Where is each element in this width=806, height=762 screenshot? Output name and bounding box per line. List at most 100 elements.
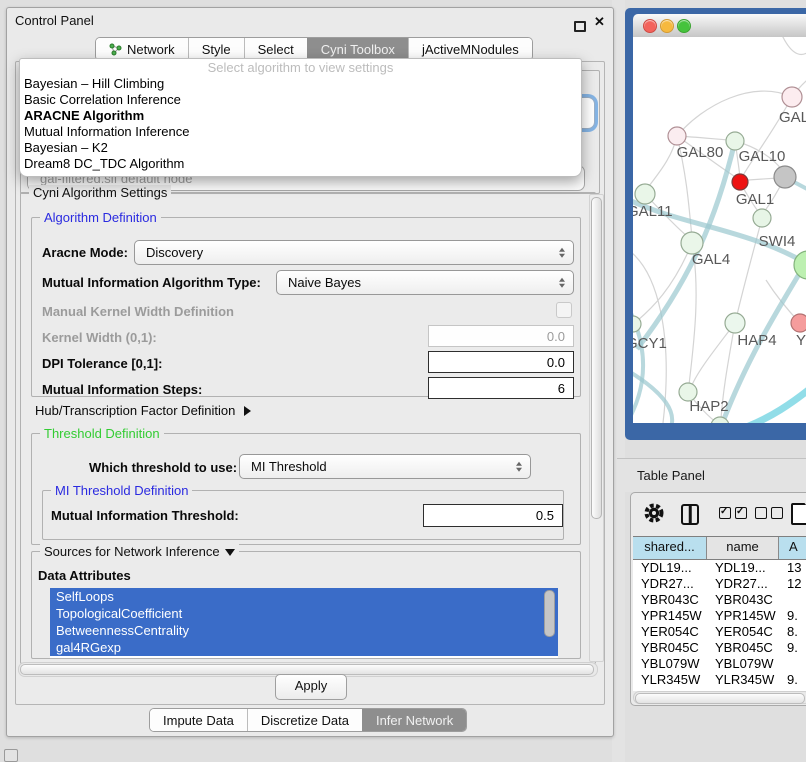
- settings-vscroll-thumb[interactable]: [591, 197, 602, 519]
- apply-button[interactable]: Apply: [275, 674, 347, 700]
- hub-definition-toggle[interactable]: Hub/Transcription Factor Definition: [35, 403, 251, 418]
- table-row[interactable]: YPR145WYPR145W9.: [633, 608, 806, 624]
- network-edge[interactable]: [692, 323, 735, 385]
- manual-kernel-checkbox[interactable]: [556, 302, 572, 318]
- table-cell: YBR045C: [707, 640, 779, 656]
- mi-type-label: Mutual Information Algorithm Type:: [42, 275, 261, 290]
- deselect-all-checks-icon[interactable]: [755, 507, 783, 519]
- threshold-definition-title: Threshold Definition: [40, 426, 164, 441]
- float-window-icon[interactable]: [574, 21, 586, 32]
- algorithm-option[interactable]: Mutual Information Inference: [20, 124, 581, 140]
- mi-threshold-group-title: MI Threshold Definition: [51, 483, 192, 498]
- network-node[interactable]: [732, 174, 748, 190]
- close-icon[interactable]: ✕: [594, 14, 605, 30]
- table-panel-title: Table Panel: [637, 468, 705, 483]
- columns-icon[interactable]: [681, 504, 699, 525]
- tab-cyni-toolbox[interactable]: Cyni Toolbox: [307, 38, 408, 60]
- network-edge[interactable]: [677, 91, 792, 136]
- tab-label: Infer Network: [376, 713, 453, 728]
- node-table: shared...nameA YDL19...YDL19...13YDR27..…: [633, 536, 806, 691]
- table-row[interactable]: YIL052CYIL052C9.: [633, 688, 806, 690]
- table-cell: YLR345W: [633, 672, 707, 688]
- zoom-traffic-light-icon[interactable]: [677, 19, 691, 33]
- kernel-width-label: Kernel Width (0,1):: [42, 330, 157, 345]
- algorithm-option[interactable]: Dream8 DC_TDC Algorithm: [20, 156, 581, 172]
- attribute-item[interactable]: gal4RGexp: [50, 639, 558, 656]
- algorithm-option[interactable]: Bayesian – K2: [20, 140, 581, 156]
- network-window[interactable]: GAL8GAL80GAL10GAL1GAL11GAL4SWI4GCY1HAP4Y…: [625, 8, 806, 440]
- algorithm-popup: Select algorithm to view settings Bayesi…: [19, 58, 582, 177]
- table-cell: YBR043C: [707, 592, 779, 608]
- kernel-width-field[interactable]: 0.0: [428, 325, 574, 347]
- table-cell: YPR145W: [707, 608, 779, 624]
- table-cell: [779, 656, 806, 672]
- tab-style[interactable]: Style: [188, 38, 244, 60]
- table-cell: [779, 592, 806, 608]
- mi-steps-field[interactable]: 6: [428, 377, 574, 399]
- network-node[interactable]: [774, 166, 796, 188]
- network-node[interactable]: [725, 313, 745, 333]
- table-cell: 13: [779, 560, 806, 576]
- network-node[interactable]: [753, 209, 771, 227]
- column-header-shared-[interactable]: shared...: [633, 537, 707, 559]
- settings-vertical-scrollbar[interactable]: [589, 194, 604, 662]
- attribute-item[interactable]: SelfLoops: [50, 588, 558, 605]
- algorithm-option[interactable]: ARACNE Algorithm: [20, 108, 581, 124]
- mi-type-combo[interactable]: Naive Bayes: [276, 270, 574, 295]
- network-node[interactable]: [791, 314, 806, 332]
- table-row[interactable]: YBR043CYBR043C: [633, 592, 806, 608]
- table-horizontal-scrollbar[interactable]: [633, 691, 806, 704]
- select-all-checks-icon[interactable]: [719, 507, 747, 519]
- algorithm-option[interactable]: Bayesian – Hill Climbing: [20, 76, 581, 92]
- table-row[interactable]: YDL19...YDL19...13: [633, 560, 806, 576]
- cyni-settings-title: Cyni Algorithm Settings: [29, 185, 171, 200]
- algorithm-popup-prompt: Select algorithm to view settings: [20, 59, 581, 76]
- column-header-a[interactable]: A: [779, 537, 806, 559]
- network-canvas[interactable]: GAL8GAL80GAL10GAL1GAL11GAL4SWI4GCY1HAP4Y…: [633, 37, 806, 423]
- collapsed-panel-icon[interactable]: [4, 749, 18, 762]
- tab-discretize-data[interactable]: Discretize Data: [247, 709, 362, 731]
- list-scrollbar-thumb[interactable]: [544, 590, 555, 637]
- table-cell: YER054C: [633, 624, 707, 640]
- tab-jactivemnodules[interactable]: jActiveMNodules: [408, 38, 532, 60]
- table-hscroll-thumb[interactable]: [635, 693, 805, 704]
- algorithm-definition-title: Algorithm Definition: [40, 210, 161, 225]
- which-threshold-combo[interactable]: MI Threshold: [239, 454, 531, 479]
- algorithm-option[interactable]: Basic Correlation Inference: [20, 92, 581, 108]
- attribute-item[interactable]: BetweennessCentrality: [50, 622, 558, 639]
- column-header-name[interactable]: name: [707, 537, 779, 559]
- control-panel-title: Control Panel: [15, 13, 94, 28]
- tab-select[interactable]: Select: [244, 38, 307, 60]
- network-window-titlebar[interactable]: [633, 14, 806, 38]
- network-node[interactable]: [635, 184, 655, 204]
- attribute-item[interactable]: TopologicalCoefficient: [50, 605, 558, 622]
- mi-threshold-field[interactable]: 0.5: [423, 504, 563, 527]
- aracne-mode-combo[interactable]: Discovery: [134, 240, 574, 265]
- table-row[interactable]: YLR345WYLR345W9.: [633, 672, 806, 688]
- table-cell: YLR345W: [707, 672, 779, 688]
- table-panel: shared...nameA YDL19...YDL19...13YDR27..…: [630, 492, 806, 706]
- new-table-icon[interactable]: [791, 503, 806, 525]
- sources-title[interactable]: Sources for Network Inference: [40, 544, 239, 559]
- algorithm-popup-list: Bayesian – Hill ClimbingBasic Correlatio…: [20, 76, 581, 172]
- network-node[interactable]: [668, 127, 686, 145]
- mi-threshold-label: Mutual Information Threshold:: [51, 508, 239, 523]
- threshold-definition-group: Threshold Definition Which threshold to …: [31, 433, 581, 545]
- data-attributes-list[interactable]: SelfLoopsTopologicalCoefficientBetweenne…: [50, 588, 558, 658]
- tab-network[interactable]: Network: [96, 38, 188, 60]
- network-edge[interactable]: [741, 383, 806, 423]
- table-row[interactable]: YDR27...YDR27...12: [633, 576, 806, 592]
- gear-icon[interactable]: [643, 502, 665, 524]
- dpi-tolerance-field[interactable]: 0.0: [428, 351, 574, 373]
- network-edge[interactable]: [781, 37, 806, 54]
- tab-impute-data[interactable]: Impute Data: [150, 709, 247, 731]
- table-rows: YDL19...YDL19...13YDR27...YDR27...12YBR0…: [633, 560, 806, 690]
- table-row[interactable]: YBR045CYBR045C9.: [633, 640, 806, 656]
- table-cell: YBL079W: [707, 656, 779, 672]
- table-row[interactable]: YER054CYER054C8.: [633, 624, 806, 640]
- minimize-traffic-light-icon[interactable]: [660, 19, 674, 33]
- table-row[interactable]: YBL079WYBL079W: [633, 656, 806, 672]
- network-node[interactable]: [782, 87, 802, 107]
- close-traffic-light-icon[interactable]: [643, 19, 657, 33]
- tab-infer-network[interactable]: Infer Network: [362, 709, 466, 731]
